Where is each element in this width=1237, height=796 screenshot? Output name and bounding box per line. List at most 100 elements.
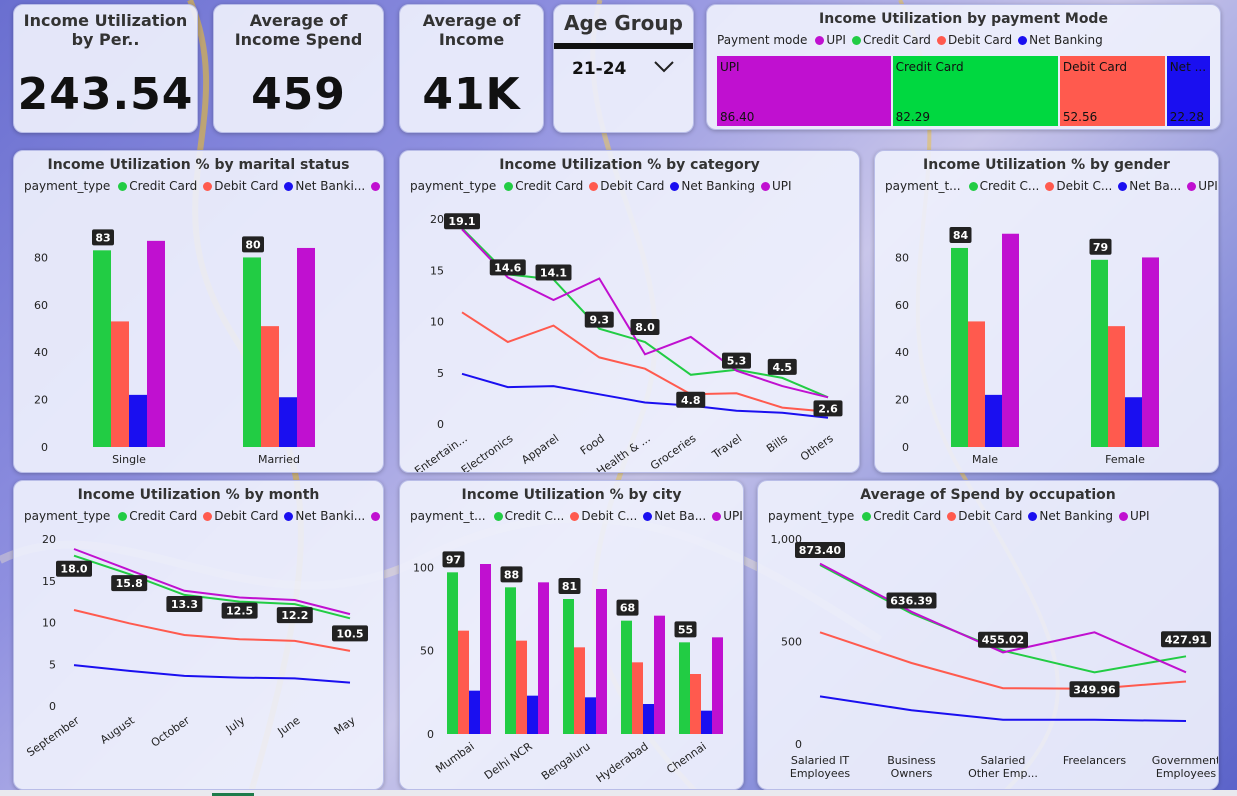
bar-debit-card[interactable] xyxy=(458,630,469,734)
bar-credit-card[interactable] xyxy=(447,572,458,734)
line-net-banking[interactable] xyxy=(73,664,351,684)
legend-item[interactable]: UPI xyxy=(815,33,846,47)
x-tick-label: Hyderabad xyxy=(594,740,651,785)
bar-net-banking[interactable] xyxy=(469,690,480,734)
bar-upi[interactable] xyxy=(1002,233,1019,447)
bar-upi[interactable] xyxy=(538,582,549,734)
data-label-text: 97 xyxy=(446,553,461,566)
legend-item[interactable]: Credit Card xyxy=(851,33,931,47)
bar-net-banking[interactable] xyxy=(701,710,712,734)
bar-upi[interactable] xyxy=(654,615,665,734)
bar-debit-card[interactable] xyxy=(516,640,527,734)
chart-card-city[interactable]: Income Utilization % by city payment_t..… xyxy=(399,480,744,790)
chart-card-marital[interactable]: Income Utilization % by marital status p… xyxy=(13,150,384,473)
treemap-block-label: UPI xyxy=(720,60,740,74)
y-tick-label: 10 xyxy=(430,316,444,329)
bar-credit-card[interactable] xyxy=(93,250,111,447)
x-tick-line: Government xyxy=(1152,754,1219,767)
bar-debit-card[interactable] xyxy=(111,321,129,447)
line-net-banking[interactable] xyxy=(819,695,1187,722)
data-label: 79 xyxy=(1089,238,1112,255)
x-tick-line: Employees xyxy=(1156,767,1216,780)
bar-upi[interactable] xyxy=(712,637,723,734)
legend-text: Debit Card xyxy=(947,33,1013,47)
treemap-block[interactable]: UPI 86.40 xyxy=(717,56,891,126)
kpi-card-average-income-spend[interactable]: Average of Income Spend 459 xyxy=(213,4,384,133)
legend-dot-icon xyxy=(815,35,825,45)
data-label: 9.3 xyxy=(584,311,614,328)
bar-net-banking[interactable] xyxy=(527,695,538,734)
age-group-dropdown[interactable]: 21-24 xyxy=(554,49,693,79)
chart-card-gender[interactable]: Income Utilization % by gender payment_t… xyxy=(874,150,1219,473)
treemap-block[interactable]: Debit Card 52.56 xyxy=(1059,56,1165,126)
kpi-card-income-utilization[interactable]: Income Utilization by Per.. 243.54 xyxy=(13,4,198,133)
bar-net-banking[interactable] xyxy=(129,394,147,447)
x-tick-label: October xyxy=(149,714,193,750)
treemap-block-value: 52.56 xyxy=(1062,110,1098,124)
x-tick-label: August xyxy=(98,713,138,746)
bar-upi[interactable] xyxy=(596,589,607,734)
x-tick-label: Travel xyxy=(709,432,744,462)
legend-label: Payment mode xyxy=(717,33,808,47)
bar-upi[interactable] xyxy=(147,240,165,447)
x-tick-line: Employees xyxy=(790,767,850,780)
bar-debit-card[interactable] xyxy=(968,321,985,447)
bar-upi[interactable] xyxy=(480,564,491,734)
bar-credit-card[interactable] xyxy=(679,642,690,734)
bar-debit-card[interactable] xyxy=(1108,326,1125,447)
treemap-payment-mode[interactable]: Income Utilization by payment Mode Payme… xyxy=(706,4,1221,130)
y-tick-label: 80 xyxy=(895,251,909,264)
bar-credit-card[interactable] xyxy=(563,599,574,734)
bar-credit-card[interactable] xyxy=(505,587,516,734)
x-tick-label: Female xyxy=(1105,453,1145,466)
data-label: 10.5 xyxy=(332,625,368,642)
bar-net-banking[interactable] xyxy=(1125,397,1142,447)
y-tick-label: 10 xyxy=(42,617,56,630)
chart-card-occupation[interactable]: Average of Spend by occupation payment_t… xyxy=(757,480,1219,790)
legend-item[interactable]: Net Banking xyxy=(1018,33,1103,47)
treemap-block[interactable]: Net ... 22.28 xyxy=(1166,56,1210,126)
bar-upi[interactable] xyxy=(1142,257,1159,447)
bar-debit-card[interactable] xyxy=(574,647,585,734)
line-upi[interactable] xyxy=(819,562,1187,674)
y-tick-label: 80 xyxy=(34,251,48,264)
data-label-text: 636.39 xyxy=(890,595,932,608)
bar-debit-card[interactable] xyxy=(690,674,701,734)
age-group-slicer[interactable]: Age Group 21-24 xyxy=(553,4,694,133)
chevron-down-icon[interactable] xyxy=(653,59,675,79)
y-tick-label: 0 xyxy=(902,441,909,454)
kpi-card-average-income[interactable]: Average of Income 41K xyxy=(399,4,544,133)
line-net-banking[interactable] xyxy=(461,372,829,419)
data-label-text: 12.2 xyxy=(281,609,308,622)
bar-debit-card[interactable] xyxy=(632,662,643,734)
kpi-value: 243.54 xyxy=(17,69,194,120)
legend-dot-icon xyxy=(936,35,946,45)
data-label-text: 88 xyxy=(504,568,519,581)
bar-credit-card[interactable] xyxy=(243,257,261,447)
bar-credit-card[interactable] xyxy=(1091,259,1108,447)
line-credit-card[interactable] xyxy=(819,564,1187,674)
chart-card-month[interactable]: Income Utilization % by month payment_ty… xyxy=(13,480,384,790)
bar-net-banking[interactable] xyxy=(643,704,654,734)
bar-debit-card[interactable] xyxy=(261,326,279,447)
legend-item[interactable]: Debit Card xyxy=(936,33,1013,47)
data-label: 636.39 xyxy=(886,592,937,609)
legend-text: UPI xyxy=(826,33,846,47)
data-label-text: 13.3 xyxy=(171,598,198,611)
bar-net-banking[interactable] xyxy=(985,394,1002,447)
bar-net-banking[interactable] xyxy=(279,397,297,447)
chart-title: Income Utilization by payment Mode xyxy=(819,11,1108,27)
y-tick-label: 15 xyxy=(42,575,56,588)
y-tick-label: 5 xyxy=(437,367,444,380)
bar-credit-card[interactable] xyxy=(951,247,968,447)
data-label-text: 455.02 xyxy=(982,634,1024,647)
bar-credit-card[interactable] xyxy=(621,620,632,734)
chart-card-category[interactable]: Income Utilization % by category payment… xyxy=(399,150,860,473)
chart-title: Income Utilization % by gender xyxy=(923,157,1170,173)
treemap-block[interactable]: Credit Card 82.29 xyxy=(892,56,1058,126)
bar-upi[interactable] xyxy=(297,247,315,447)
bar-net-banking[interactable] xyxy=(585,697,596,734)
legend-text: Credit Card xyxy=(862,33,931,47)
y-tick-label: 15 xyxy=(430,264,444,277)
data-label: 19.1 xyxy=(444,213,480,230)
